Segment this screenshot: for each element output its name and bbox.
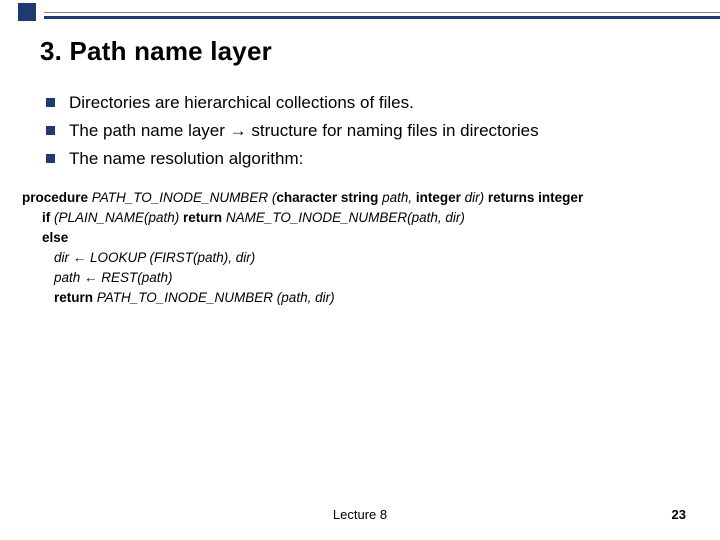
footer-lecture-label: Lecture 8 <box>0 507 720 522</box>
code-line: path ← REST(path) <box>22 268 690 288</box>
code-text: path, <box>378 190 416 205</box>
kw-returns: returns integer <box>488 190 583 205</box>
bullet-list: Directories are hierarchical collections… <box>46 92 680 176</box>
code-line: else <box>22 228 690 248</box>
bullet-text: The name resolution algorithm: <box>69 148 303 170</box>
code-line: dir ← LOOKUP (FIRST(path), dir) <box>22 248 690 268</box>
header-thick-rule <box>44 16 720 19</box>
bullet-item: The name resolution algorithm: <box>46 148 680 170</box>
bullet-text: The path name layer → structure for nami… <box>69 120 539 142</box>
code-text: path ← REST(path) <box>54 270 173 285</box>
kw-type: integer <box>416 190 461 205</box>
header-decoration <box>0 0 720 26</box>
code-text: PATH_TO_INODE_NUMBER (path, dir) <box>93 290 335 305</box>
header-thin-rule <box>44 12 720 13</box>
code-text: PATH_TO_INODE_NUMBER ( <box>88 190 276 205</box>
code-line: return PATH_TO_INODE_NUMBER (path, dir) <box>22 288 690 308</box>
code-text: (PLAIN_NAME(path) <box>50 210 183 225</box>
bullet-square-icon <box>46 126 55 135</box>
slide: 3. Path name layer Directories are hiera… <box>0 0 720 540</box>
code-line: if (PLAIN_NAME(path) return NAME_TO_INOD… <box>22 208 690 228</box>
kw-return: return <box>183 210 222 225</box>
bullet-square-icon <box>46 98 55 107</box>
bullet-square-icon <box>46 154 55 163</box>
code-text: dir) <box>461 190 488 205</box>
code-text: dir ← LOOKUP (FIRST(path), dir) <box>54 250 255 265</box>
kw-procedure: procedure <box>22 190 88 205</box>
code-line: procedure PATH_TO_INODE_NUMBER (characte… <box>22 188 690 208</box>
kw-else: else <box>42 230 68 245</box>
page-number: 23 <box>672 507 686 522</box>
code-text: NAME_TO_INODE_NUMBER(path, dir) <box>222 210 465 225</box>
kw-if: if <box>42 210 50 225</box>
slide-title: 3. Path name layer <box>40 36 272 67</box>
kw-return: return <box>54 290 93 305</box>
pseudocode-block: procedure PATH_TO_INODE_NUMBER (characte… <box>22 188 690 308</box>
bullet-item: Directories are hierarchical collections… <box>46 92 680 114</box>
header-square-icon <box>18 3 36 21</box>
kw-type: character string <box>276 190 378 205</box>
bullet-item: The path name layer → structure for nami… <box>46 120 680 142</box>
bullet-text: Directories are hierarchical collections… <box>69 92 414 114</box>
